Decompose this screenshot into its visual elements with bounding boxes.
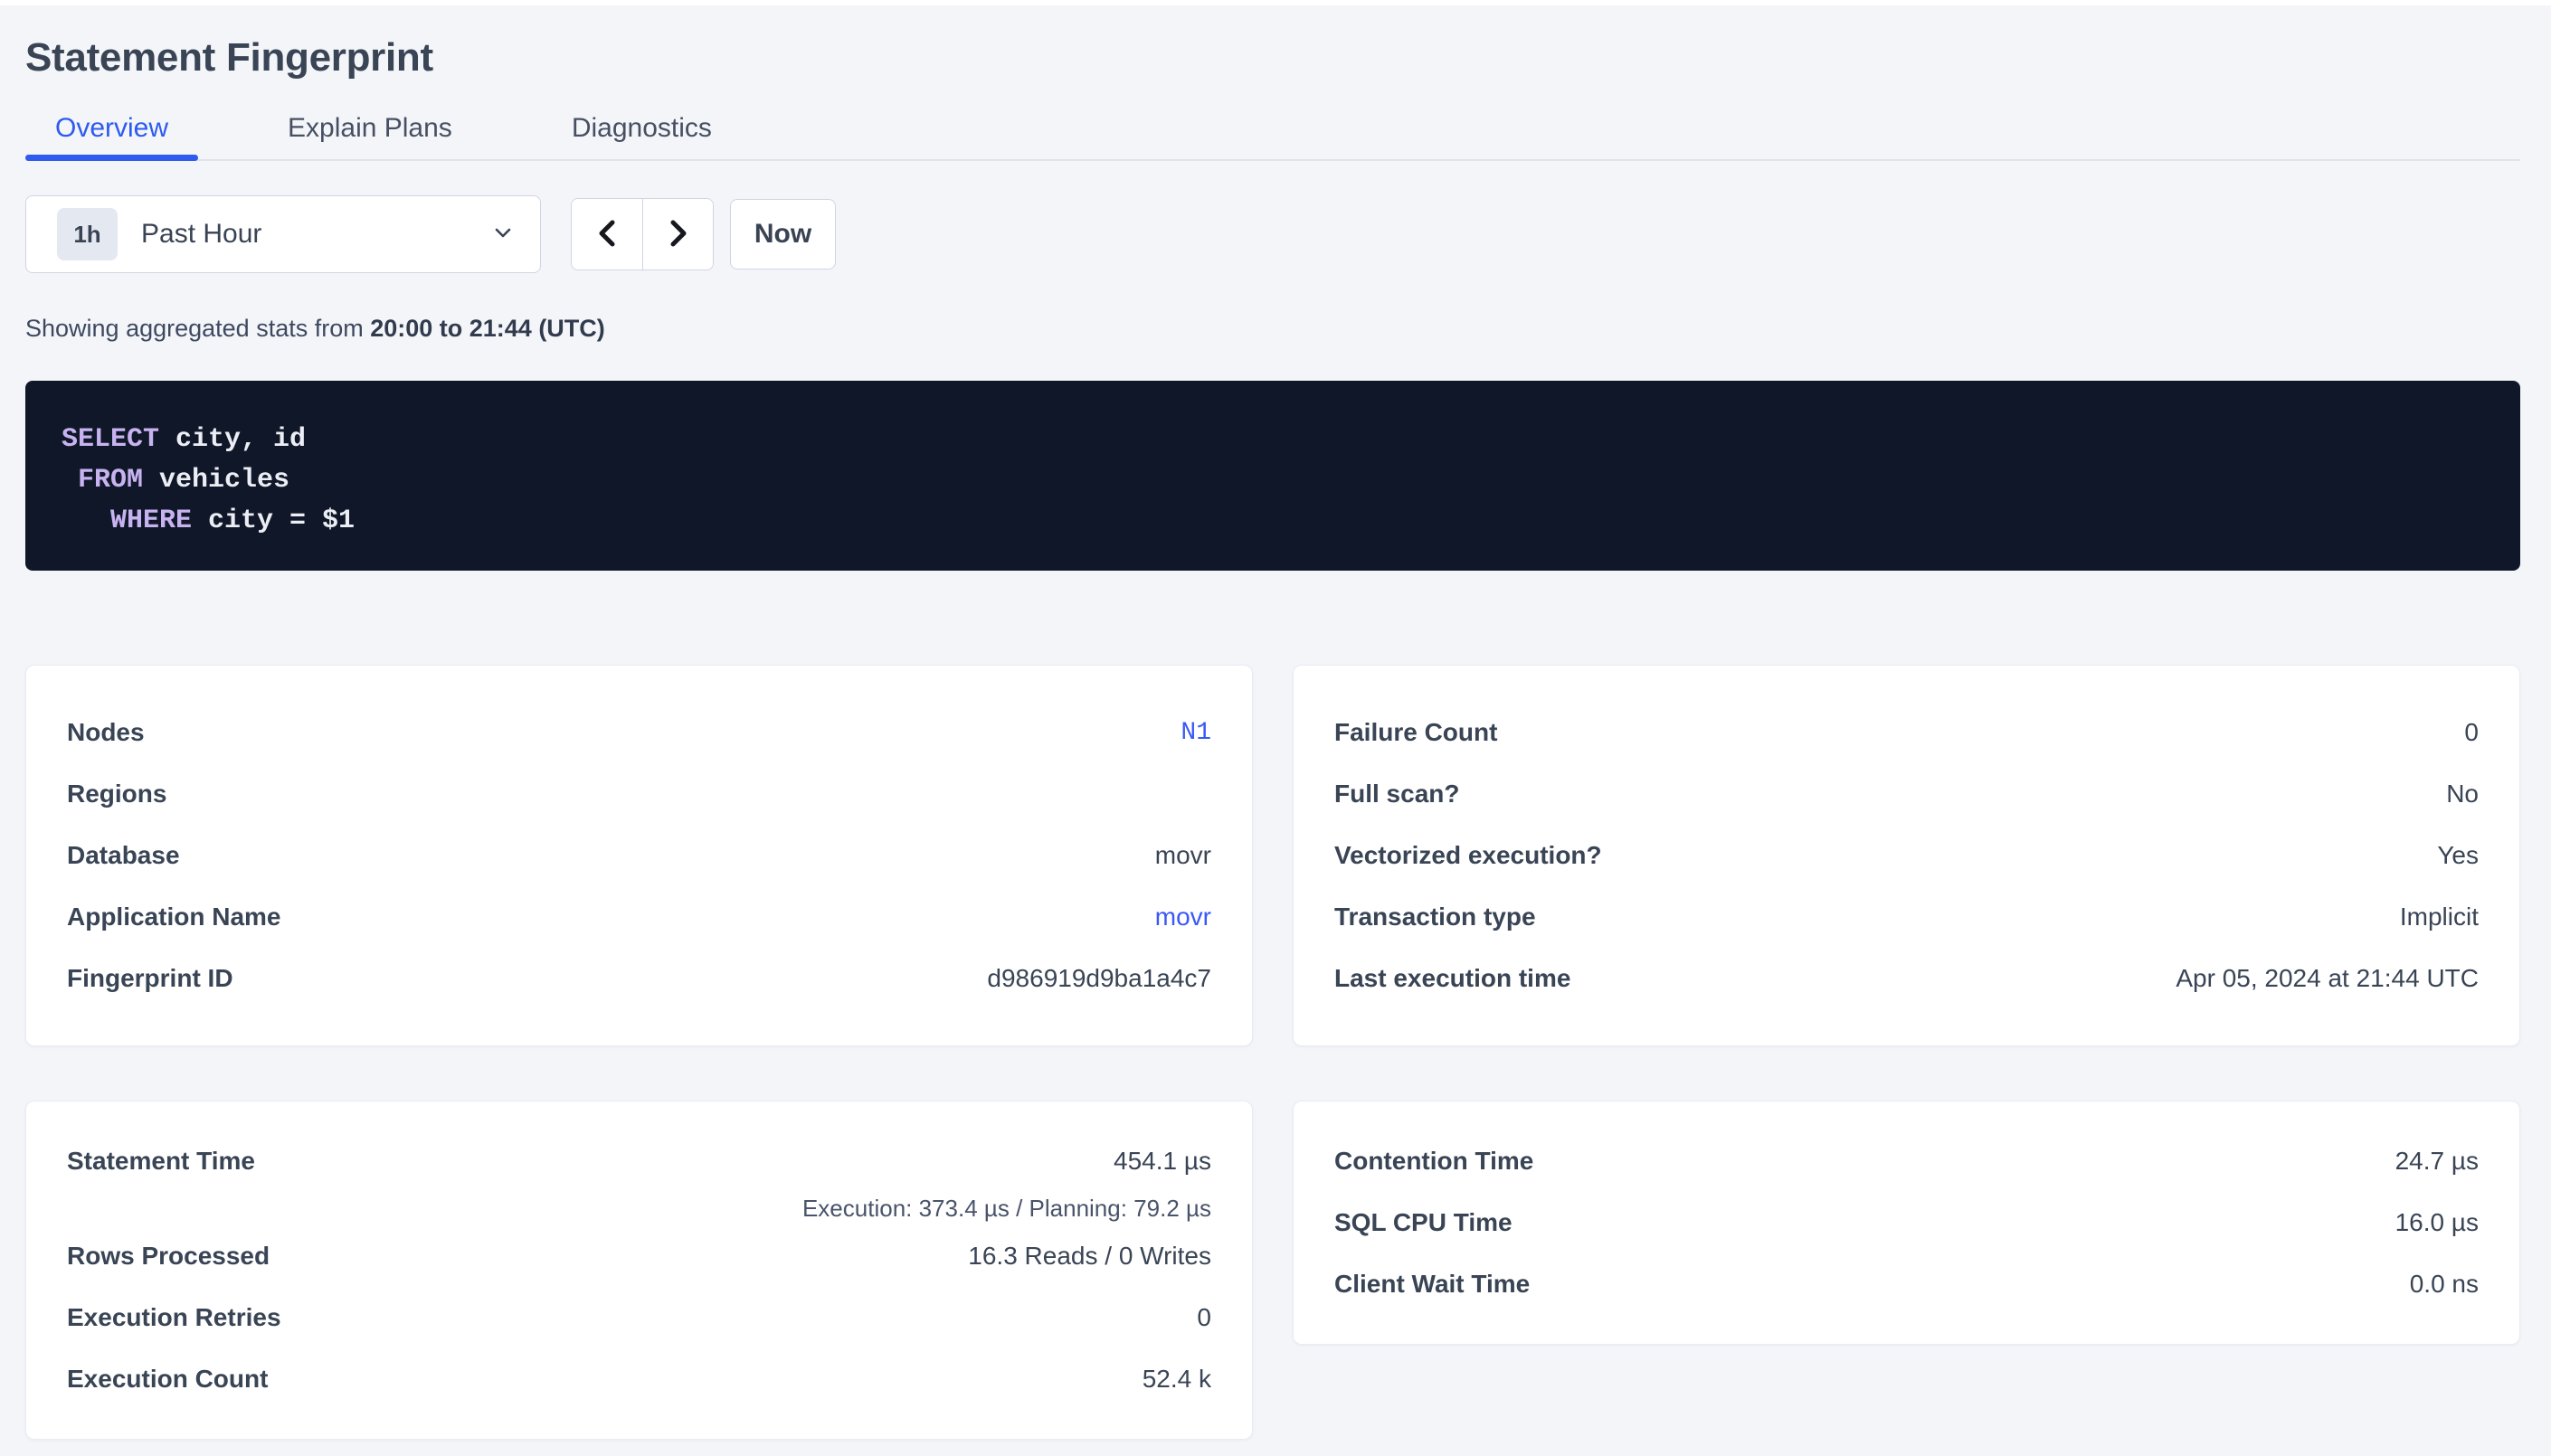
table-row: Transaction type Implicit — [1334, 886, 2479, 948]
cards-grid: Nodes N1 Regions Database movr Applicati… — [25, 665, 2520, 1440]
table-row: Database movr — [67, 825, 1211, 886]
previous-time-button[interactable] — [572, 199, 642, 269]
table-row: Execution Retries 0 — [67, 1287, 1211, 1348]
sql-line: SELECT city, id — [62, 420, 2484, 460]
page-title: Statement Fingerprint — [25, 5, 2520, 81]
tab-overview[interactable]: Overview — [25, 99, 198, 159]
statement-time-detail: Execution: 373.4 µs / Planning: 79.2 µs — [802, 1192, 1211, 1225]
table-row: Contention Time 24.7 µs — [1334, 1130, 2479, 1192]
sql-statement-box: SELECT city, id FROM vehicles WHERE city… — [25, 381, 2520, 571]
transaction-type-label: Transaction type — [1334, 903, 1536, 931]
table-row: Client Wait Time 0.0 ns — [1334, 1253, 2479, 1315]
table-row: Vectorized execution? Yes — [1334, 825, 2479, 886]
execution-count-value: 52.4 k — [1143, 1365, 1211, 1394]
application-name-label: Application Name — [67, 903, 280, 931]
table-row: Last execution time Apr 05, 2024 at 21:4… — [1334, 948, 2479, 1009]
failure-count-label: Failure Count — [1334, 718, 1497, 747]
table-row: Full scan? No — [1334, 763, 2479, 825]
execution-stats-card: Statement Time 454.1 µs Execution: 373.4… — [25, 1101, 1253, 1440]
nodes-link[interactable]: N1 — [1181, 719, 1211, 747]
failure-count-value: 0 — [2464, 718, 2479, 747]
full-scan-value: No — [2446, 780, 2479, 808]
regions-label: Regions — [67, 780, 166, 808]
execution-retries-value: 0 — [1197, 1303, 1211, 1332]
database-value: movr — [1155, 841, 1211, 870]
table-row: Rows Processed 16.3 Reads / 0 Writes — [67, 1225, 1211, 1287]
execution-count-label: Execution Count — [67, 1365, 268, 1394]
table-row: Nodes N1 — [67, 702, 1211, 763]
fingerprint-id-label: Fingerprint ID — [67, 964, 233, 993]
table-row: Fingerprint ID d986919d9ba1a4c7 — [67, 948, 1211, 1009]
nodes-label: Nodes — [67, 718, 145, 747]
execution-attributes-card: Failure Count 0 Full scan? No Vectorized… — [1293, 665, 2520, 1046]
sql-keyword: SELECT — [62, 424, 159, 455]
sql-line: WHERE city = $1 — [62, 501, 2484, 542]
aggregated-stats-range: 20:00 to 21:44 (UTC) — [370, 315, 605, 342]
time-nav-group — [571, 198, 714, 270]
sql-text: vehicles — [143, 465, 289, 496]
client-wait-time-label: Client Wait Time — [1334, 1270, 1530, 1299]
chevron-down-icon — [489, 219, 517, 251]
database-label: Database — [67, 841, 180, 870]
rows-processed-value: 16.3 Reads / 0 Writes — [968, 1242, 1211, 1271]
execution-retries-label: Execution Retries — [67, 1303, 281, 1332]
time-stats-card: Contention Time 24.7 µs SQL CPU Time 16.… — [1293, 1101, 2520, 1345]
application-name-link[interactable]: movr — [1155, 903, 1211, 931]
last-execution-time-value: Apr 05, 2024 at 21:44 UTC — [2176, 964, 2479, 993]
table-row: Regions — [67, 763, 1211, 825]
table-row: SQL CPU Time 16.0 µs — [1334, 1192, 2479, 1253]
tab-diagnostics[interactable]: Diagnostics — [542, 99, 742, 159]
statement-details-card: Nodes N1 Regions Database movr Applicati… — [25, 665, 1253, 1046]
last-execution-time-label: Last execution time — [1334, 964, 1570, 993]
vectorized-execution-label: Vectorized execution? — [1334, 841, 1602, 870]
sql-keyword: WHERE — [110, 506, 192, 536]
next-time-button[interactable] — [642, 199, 713, 269]
statement-fingerprint-page: Statement Fingerprint Overview Explain P… — [0, 5, 2551, 1440]
full-scan-label: Full scan? — [1334, 780, 1459, 808]
aggregated-stats-prefix: Showing aggregated stats from — [25, 315, 370, 342]
contention-time-value: 24.7 µs — [2395, 1147, 2479, 1176]
sql-cpu-time-label: SQL CPU Time — [1334, 1208, 1513, 1237]
sql-text: city = $1 — [192, 506, 355, 536]
statement-time-value: 454.1 µs — [802, 1130, 1211, 1192]
fingerprint-id-value: d986919d9ba1a4c7 — [987, 964, 1211, 993]
table-row: Statement Time 454.1 µs Execution: 373.4… — [67, 1130, 1211, 1225]
vectorized-execution-value: Yes — [2437, 841, 2479, 870]
contention-time-label: Contention Time — [1334, 1147, 1533, 1176]
now-button[interactable]: Now — [730, 199, 836, 269]
time-range-badge: 1h — [57, 208, 118, 260]
aggregated-stats-line: Showing aggregated stats from 20:00 to 2… — [25, 314, 2520, 343]
table-row: Application Name movr — [67, 886, 1211, 948]
table-row: Failure Count 0 — [1334, 702, 2479, 763]
client-wait-time-value: 0.0 ns — [2410, 1270, 2479, 1299]
rows-processed-label: Rows Processed — [67, 1242, 270, 1271]
transaction-type-value: Implicit — [2400, 903, 2479, 931]
time-range-dropdown[interactable]: 1h Past Hour — [25, 195, 541, 273]
sql-cpu-time-value: 16.0 µs — [2395, 1208, 2479, 1237]
chevron-right-icon — [665, 216, 692, 253]
sql-keyword: FROM — [78, 465, 143, 496]
chevron-left-icon — [593, 216, 621, 253]
statement-time-label: Statement Time — [67, 1130, 255, 1192]
time-range-label: Past Hour — [141, 219, 489, 250]
sql-line: FROM vehicles — [62, 460, 2484, 501]
tab-explain-plans[interactable]: Explain Plans — [258, 99, 482, 159]
tabbar: Overview Explain Plans Diagnostics — [25, 99, 2520, 161]
table-row: Execution Count 52.4 k — [67, 1348, 1211, 1410]
time-picker-row: 1h Past Hour — [25, 194, 2520, 274]
sql-text: city, id — [159, 424, 306, 455]
